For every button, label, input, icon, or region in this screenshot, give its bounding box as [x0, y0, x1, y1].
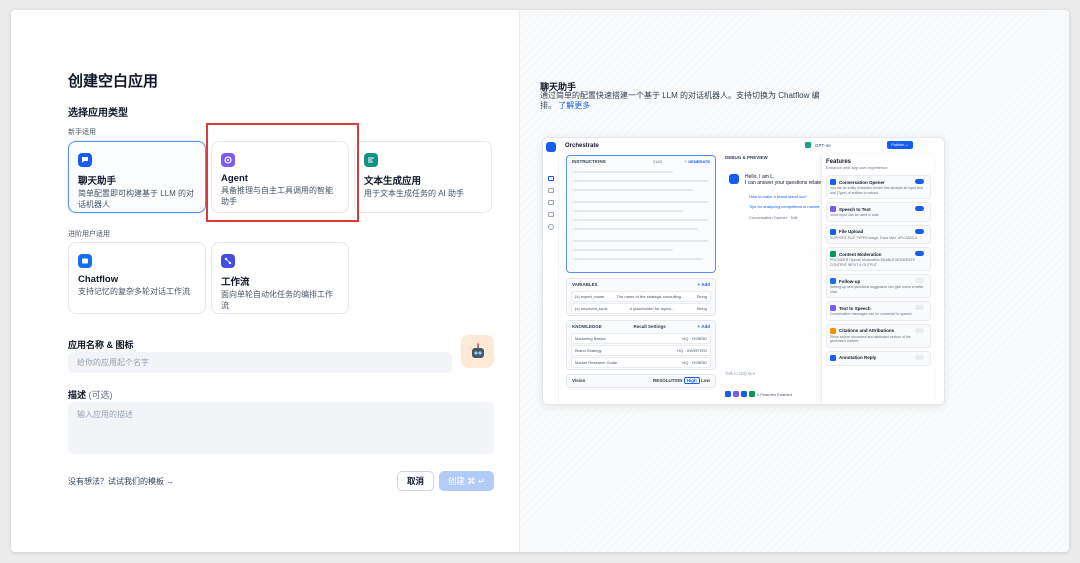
app-name-label: 应用名称 & 图标: [68, 340, 134, 350]
preview-model: GPT-4o: [805, 142, 831, 148]
create-app-modal: 创建空白应用 选择应用类型 新手适用 聊天助手 简单配置即可构建基于 LLM 的…: [11, 10, 1069, 552]
app-name-input[interactable]: 给你的应用起个名字: [68, 352, 452, 373]
template-link[interactable]: 没有想法？试试我们的模板 →: [68, 476, 174, 487]
preview-instructions: INSTRUCTIONS 2183 ✧ GENERATE: [566, 155, 716, 273]
preview-chat-message: Hello, I am L. I can answer your question…: [745, 174, 824, 186]
card-desc: 简单配置即可构建基于 LLM 的对话机器人: [78, 189, 195, 209]
right-preview-panel: 聊天助手 通过简单的配置快速搭建一个基于 LLM 的对话机器人。支持切换为 Ch…: [520, 10, 1069, 552]
description-textarea[interactable]: 输入应用的描述: [68, 402, 494, 454]
workflow-icon: [221, 254, 235, 268]
card-workflow[interactable]: 工作流 面向单轮自动化任务的编排工作流: [211, 242, 349, 314]
preview-publish: Publish ⌄: [887, 141, 913, 149]
card-chat-assistant[interactable]: 聊天助手 简单配置即可构建基于 LLM 的对话机器人: [68, 141, 206, 213]
description-label: 描述 (可选): [68, 390, 113, 400]
app-type-heading: 选择应用类型: [68, 108, 128, 119]
app-icon-picker[interactable]: [461, 335, 494, 368]
preview-feature-item: File Upload SUPPORT FILE TYPES Image, Doc…: [826, 224, 931, 244]
preview-debug-heading: DEBUG & PREVIEW: [725, 155, 768, 160]
beginner-label: 新手适用: [68, 129, 96, 136]
preview-feature-item: Citations and Attributions Show source do…: [826, 323, 931, 348]
create-button[interactable]: 创建 ⌘ ↵: [439, 471, 494, 491]
chatflow-icon: [78, 254, 92, 268]
card-name: 工作流: [221, 277, 250, 288]
preview-variables: VARIABLES + Add {x} expert_name The name o…: [566, 278, 716, 316]
text-generation-icon: [364, 153, 378, 167]
learn-more-link[interactable]: 了解更多: [558, 101, 590, 110]
card-desc: 面向单轮自动化任务的编排工作流: [221, 290, 333, 310]
app-preview-screenshot: Orchestrate GPT-4o Publish ⌄ INSTRUCTION…: [542, 137, 945, 405]
preview-suggestion: How to make a brand stand out?: [749, 194, 807, 199]
card-name: Chatflow: [78, 274, 119, 285]
preview-talk-input: Talk to Dify Bot: [725, 371, 756, 376]
preview-suggestion: Tips for analyzing competitors in market: [749, 204, 820, 209]
preview-features-enabled: 4 Features Enabled: [725, 391, 792, 397]
preview-orchestrate: Orchestrate: [565, 143, 599, 149]
preview-feature-item: Speech to Text Voice input can be used in…: [826, 202, 931, 222]
preview-feature-item: Annotation Reply: [826, 350, 931, 366]
preview-feature-item: Follow-up Setting up next questions sugge…: [826, 274, 931, 298]
preview-features-panel: Features Enhance web app user experience…: [821, 155, 935, 404]
preview-nav: [543, 138, 559, 404]
card-desc: 用于文本生成任务的 AI 助手: [364, 189, 465, 198]
agent-highlight-box: [206, 123, 359, 222]
card-desc: 支持记忆的复杂多轮对话工作流: [78, 287, 190, 296]
card-chatflow[interactable]: Chatflow 支持记忆的复杂多轮对话工作流: [68, 242, 206, 314]
card-text-generation[interactable]: 文本生成应用 用于文本生成任务的 AI 助手: [354, 141, 492, 213]
modal-title: 创建空白应用: [68, 73, 159, 90]
preview-opener: Conversation Opener · Edit: [749, 215, 798, 220]
preview-vision: Vision RESOLUTION High Low: [566, 374, 716, 388]
preview-feature-item: Content Moderation PROVIDER OpenAI Modera…: [826, 247, 931, 271]
preview-feature-item: Text to Speech Conversation messages can …: [826, 301, 931, 321]
advanced-label: 进阶用户适用: [68, 231, 110, 238]
preview-knowledge: KNOWLEDGE Recall Settings + Add Marketing …: [566, 320, 716, 370]
card-name: 文本生成应用: [364, 176, 422, 187]
card-name: 聊天助手: [78, 176, 117, 187]
cancel-button[interactable]: 取消: [397, 471, 434, 491]
preview-desc: 通过简单的配置快速搭建一个基于 LLM 的对话机器人。支持切换为 Chatflo…: [540, 91, 820, 110]
preview-feature-item: Conversation Opener You are an entity ext…: [826, 175, 931, 199]
chat-bubble-icon: [78, 153, 92, 167]
robot-icon: [471, 342, 484, 358]
left-form-panel: 创建空白应用 选择应用类型 新手适用 聊天助手 简单配置即可构建基于 LLM 的…: [11, 10, 520, 552]
